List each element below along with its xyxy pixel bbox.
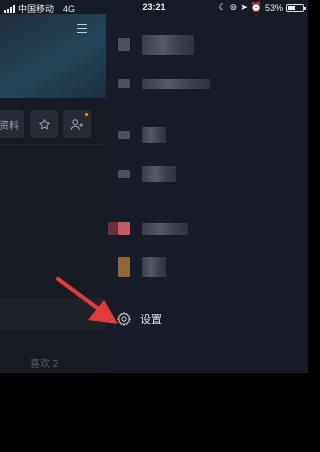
blurred-label [142, 257, 166, 277]
favorite-button[interactable] [30, 110, 58, 138]
orientation-lock-icon: ⊚ [229, 2, 238, 12]
drawer-item[interactable] [106, 74, 308, 94]
edit-profile-label: 资料 [0, 120, 19, 132]
blurred-icon [118, 222, 130, 235]
drawer-item[interactable] [106, 219, 308, 239]
settings-label: 设置 [140, 314, 162, 326]
blurred-label [142, 79, 210, 89]
profile-header-background [0, 14, 106, 98]
blurred-icon [118, 79, 130, 88]
blurred-label [142, 127, 166, 143]
gear-icon [117, 312, 131, 326]
drawer-item[interactable] [106, 35, 308, 55]
star-icon [38, 118, 50, 129]
blurred-icon [108, 222, 118, 235]
blurred-label [142, 35, 194, 55]
blurred-label [142, 223, 188, 235]
notification-dot [85, 113, 88, 116]
moon-icon: ☾ [218, 2, 227, 12]
profile-page: 资料 喜欢 2 [0, 14, 106, 373]
side-drawer: 设置 [106, 14, 308, 373]
location-icon: ➤ [240, 2, 248, 12]
battery-icon [286, 3, 306, 12]
likes-tab[interactable]: 喜欢 2 [30, 355, 58, 370]
settings-menu-item[interactable]: 设置 [116, 311, 162, 327]
content-band [0, 298, 106, 330]
hamburger-menu-icon[interactable] [77, 24, 87, 33]
drawer-item[interactable] [106, 164, 308, 184]
blurred-icon [118, 38, 130, 51]
drawer-item[interactable] [106, 257, 308, 277]
edit-profile-button[interactable]: 资料 [0, 110, 24, 138]
blurred-icon [118, 257, 130, 277]
app-screen: 中国移动 4G 23:21 ☾ ⊚ ➤ ⏰ 53% 资料 喜欢 2 设置 [0, 0, 308, 373]
alarm-icon: ⏰ [250, 2, 262, 12]
drawer-item[interactable] [106, 125, 308, 145]
add-user-icon [70, 118, 83, 130]
blurred-icon [118, 170, 130, 178]
blurred-label [142, 166, 176, 182]
battery-level-fill [288, 5, 296, 10]
status-bar: 中国移动 4G 23:21 ☾ ⊚ ➤ ⏰ 53% [0, 0, 308, 14]
blurred-icon [118, 131, 130, 139]
battery-percent: 53% [264, 2, 283, 13]
add-friend-button[interactable] [63, 110, 91, 138]
divider [0, 144, 106, 145]
status-right: ☾ ⊚ ➤ ⏰ 53% [218, 2, 306, 13]
